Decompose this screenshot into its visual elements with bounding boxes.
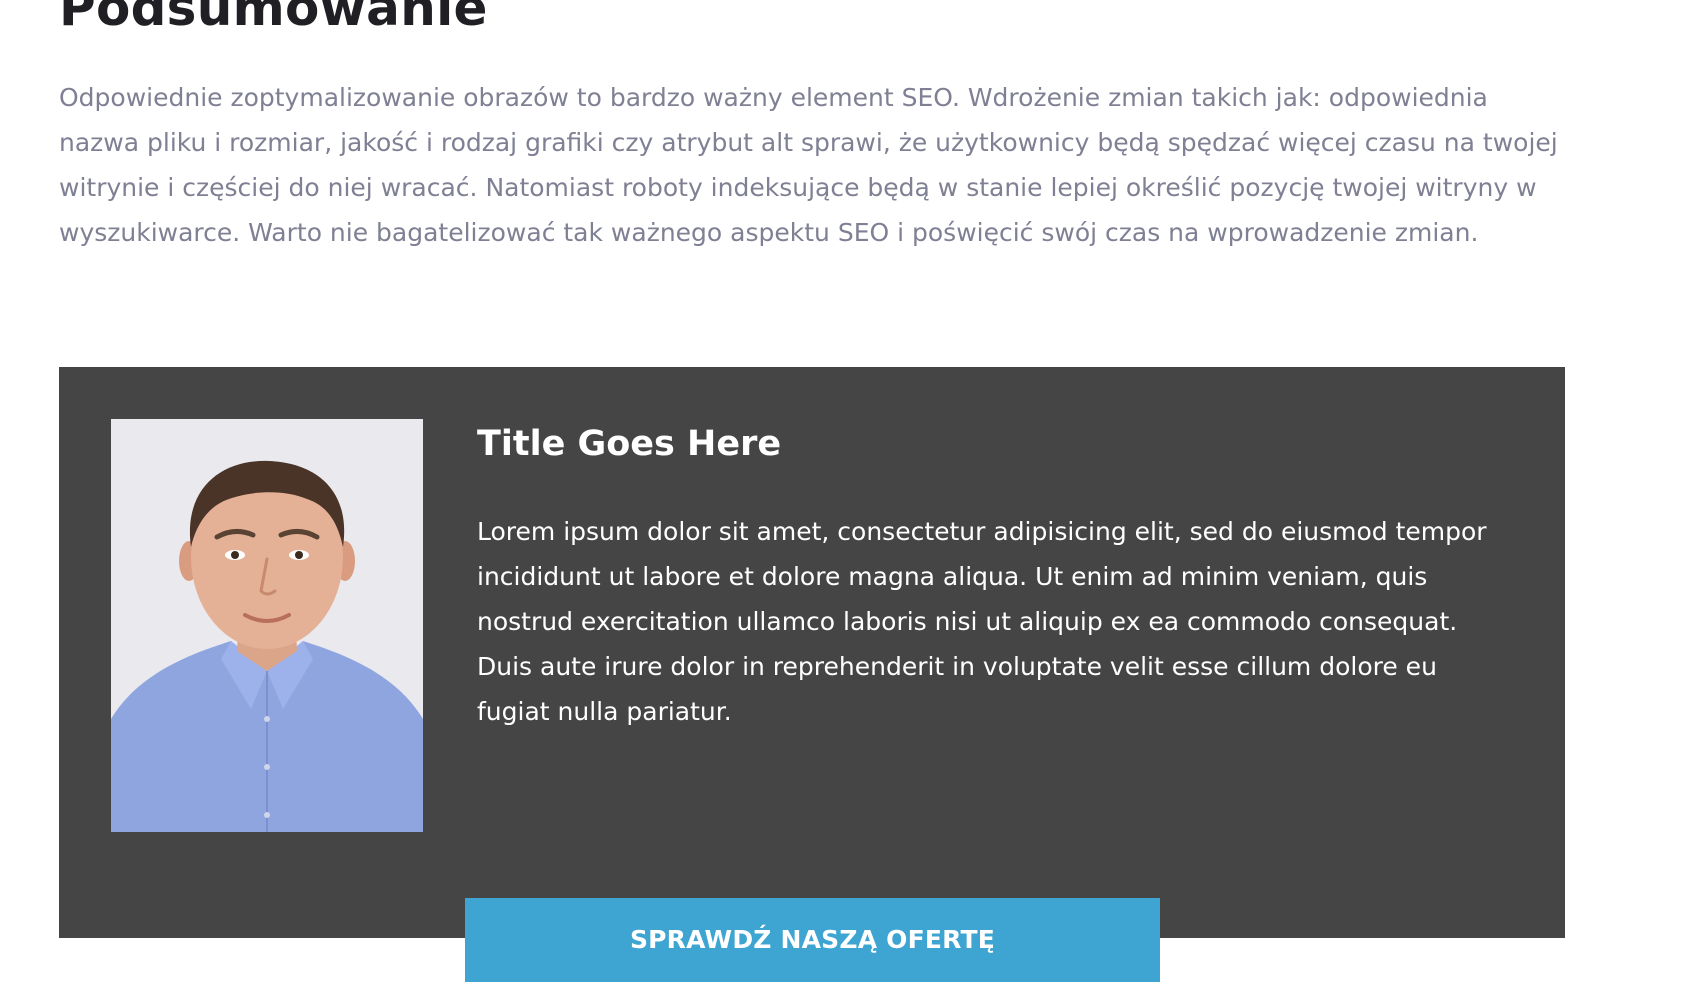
section-heading: Podsumowanie [59, 0, 488, 37]
summary-paragraph: Odpowiednie zoptymalizowanie obrazów to … [59, 83, 1558, 247]
author-photo [111, 419, 423, 832]
card-title: Title Goes Here [477, 424, 782, 464]
card-body-text: Lorem ipsum dolor sit amet, consectetur … [477, 517, 1487, 726]
author-card: Title Goes Here Lorem ipsum dolor sit am… [59, 367, 1565, 938]
check-offer-button[interactable]: SPRAWDŹ NASZĄ OFERTĘ [465, 898, 1160, 982]
author-portrait-icon [111, 419, 423, 832]
